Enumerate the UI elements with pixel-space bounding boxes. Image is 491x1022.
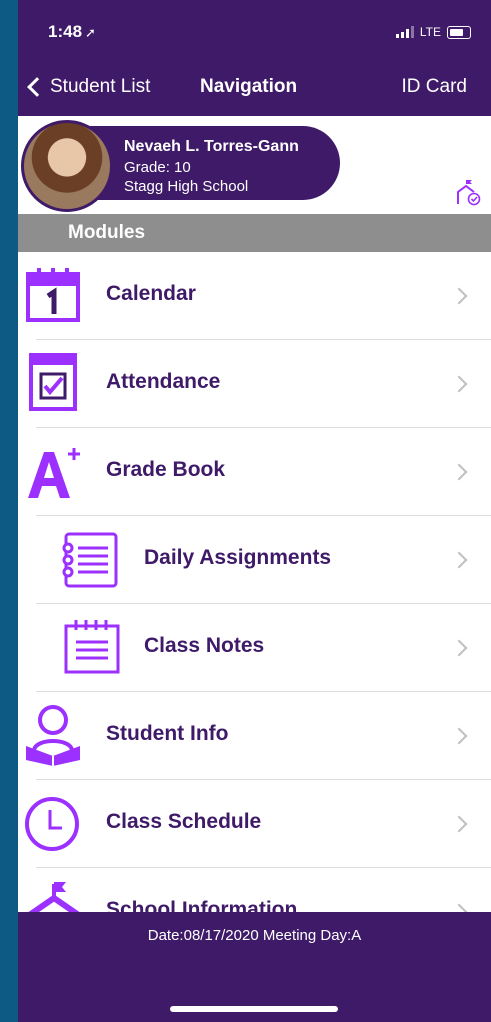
school-icon: [28, 882, 80, 912]
footer: Date:08/17/2020 Meeting Day:A: [18, 912, 491, 1022]
signal-icon: [395, 26, 414, 38]
student-school: Stagg High School: [124, 178, 249, 195]
chevron-right-icon: [450, 463, 468, 481]
chevron-right-icon: [450, 551, 468, 569]
page-title: Navigation: [200, 76, 298, 97]
class-notes-label: Class Notes: [144, 634, 265, 657]
class-notes-icon: [64, 620, 120, 674]
list-item-student-info[interactable]: Student Info: [18, 692, 491, 780]
modules-header: Modules: [18, 214, 491, 252]
class-schedule-label: Class Schedule: [106, 810, 262, 833]
navigation-bar: Student List Navigation ID Card: [18, 62, 491, 116]
list-item-attendance[interactable]: Attendance: [18, 340, 491, 428]
student-info-label: Student Info: [106, 722, 229, 745]
avatar: [21, 120, 113, 212]
clock-icon: [25, 797, 79, 851]
daily-assignments-icon: [62, 532, 118, 588]
back-button[interactable]: Student List: [26, 76, 150, 98]
home-indicator[interactable]: [170, 1006, 338, 1012]
chevron-right-icon: [450, 727, 468, 745]
attendance-label: Attendance: [106, 370, 221, 393]
chevron-right-icon: [450, 287, 468, 305]
grade-book-icon: [28, 448, 80, 498]
student-name: Nevaeh L. Torres-Gann: [124, 138, 299, 155]
grade-book-label: Grade Book: [106, 458, 226, 481]
student-profile: Nevaeh L. Torres-Gann Grade: 10 Stagg Hi…: [18, 116, 491, 214]
list-item-grade-book[interactable]: Grade Book: [18, 428, 491, 516]
status-bar: 1:48 ➚ LTE: [18, 0, 491, 62]
chevron-right-icon: [450, 639, 468, 657]
list-item-school-information[interactable]: School Information: [18, 868, 491, 912]
date-meeting-day: Date:08/17/2020 Meeting Day:A: [147, 927, 362, 944]
back-label: Student List: [50, 76, 151, 97]
status-indicators: LTE: [395, 25, 471, 39]
school-check-icon[interactable]: [455, 178, 481, 206]
calendar-label: Calendar: [106, 282, 196, 305]
list-item-daily-assignments[interactable]: Daily Assignments: [18, 516, 491, 604]
list-item-class-schedule[interactable]: Class Schedule: [18, 780, 491, 868]
chevron-right-icon: [450, 903, 468, 912]
chevron-left-icon: [27, 77, 47, 97]
status-time: 1:48 ➚: [48, 22, 96, 41]
daily-assignments-label: Daily Assignments: [144, 546, 332, 569]
modules-list: Calendar Attendance Grade Book Daily Ass…: [18, 252, 491, 912]
school-information-label: School Information: [106, 898, 298, 912]
student-grade: Grade: 10: [124, 159, 191, 176]
network-label: LTE: [419, 25, 441, 39]
list-item-class-notes[interactable]: Class Notes: [18, 604, 491, 692]
chevron-right-icon: [450, 815, 468, 833]
chevron-right-icon: [450, 375, 468, 393]
attendance-icon: [29, 353, 77, 411]
id-card-button[interactable]: ID Card: [402, 76, 467, 98]
list-item-calendar[interactable]: Calendar: [18, 252, 491, 340]
phone-screen: 1:48 ➚ LTE Student List Navigation ID Car…: [18, 0, 491, 1022]
battery-icon: [447, 25, 471, 39]
modules-title: Modules: [68, 222, 146, 243]
student-info-icon: [26, 705, 80, 766]
location-arrow-icon: ➚: [85, 25, 96, 40]
calendar-icon: [26, 268, 80, 322]
